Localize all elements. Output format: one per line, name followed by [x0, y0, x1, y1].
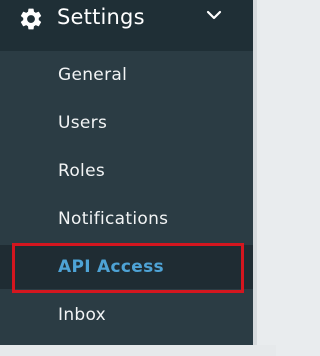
- menu-item-label: Users: [58, 113, 108, 133]
- menu-item-label: API Access: [58, 257, 164, 277]
- menu-item-inbox[interactable]: Inbox: [0, 293, 253, 337]
- settings-title: Settings: [57, 5, 145, 29]
- chevron-down-icon[interactable]: [204, 8, 224, 24]
- menu-item-api-access[interactable]: API Access: [0, 245, 253, 289]
- menu-item-notifications[interactable]: Notifications: [0, 197, 253, 241]
- app-frame: Settings General Users Roles Notificatio…: [0, 0, 276, 356]
- settings-sidebar: Settings General Users Roles Notificatio…: [0, 0, 253, 345]
- menu-item-label: Inbox: [58, 305, 107, 325]
- gear-icon: [20, 8, 42, 30]
- menu-item-label: Notifications: [58, 209, 169, 229]
- sidebar-divider: [253, 0, 257, 356]
- menu-item-users[interactable]: Users: [0, 101, 253, 145]
- bottom-edge: [0, 345, 276, 356]
- menu-item-label: General: [58, 65, 128, 85]
- menu-item-label: Roles: [58, 161, 105, 181]
- menu-item-general[interactable]: General: [0, 53, 253, 97]
- settings-header[interactable]: Settings: [0, 0, 253, 51]
- menu-item-roles[interactable]: Roles: [0, 149, 253, 193]
